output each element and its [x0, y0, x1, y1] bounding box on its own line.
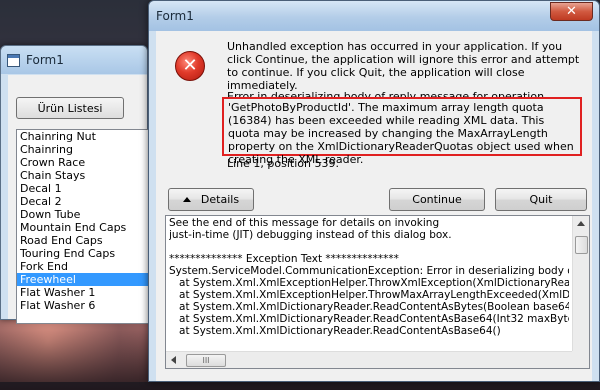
window-app-icon: [7, 53, 20, 67]
error-icon: ✕: [175, 51, 205, 81]
background-form-window[interactable]: Form1 Ürün Listesi Chainring Nut Chainrin…: [0, 45, 156, 324]
scroll-corner: [572, 351, 589, 368]
list-item[interactable]: Chain Stays: [17, 169, 155, 182]
exception-details-textbox[interactable]: See the end of this message for details …: [165, 215, 590, 369]
background-window-title: Form1: [26, 53, 64, 67]
background-window-titlebar[interactable]: Form1: [1, 46, 147, 74]
scroll-left-icon[interactable]: [171, 356, 176, 364]
horizontal-scrollbar[interactable]: III: [166, 351, 572, 368]
scroll-up-icon[interactable]: [577, 221, 585, 226]
list-item[interactable]: Chainring: [17, 143, 155, 156]
list-item[interactable]: Chainring Nut: [17, 130, 155, 143]
close-icon: ✕: [566, 4, 577, 19]
details-line: [169, 241, 569, 253]
list-item[interactable]: Flat Washer 6: [17, 299, 155, 312]
vertical-scroll-thumb[interactable]: [575, 236, 588, 254]
details-line: See the end of this message for details …: [169, 217, 440, 229]
details-line: at System.Xml.XmlExceptionHelper.ThrowXm…: [179, 277, 569, 289]
product-listbox[interactable]: Chainring Nut Chainring Crown Race Chain St…: [16, 129, 156, 324]
continue-button[interactable]: Continue: [389, 188, 485, 211]
list-item[interactable]: Fork End: [17, 260, 155, 273]
details-line: at System.Xml.XmlDictionaryReader.ReadCo…: [179, 301, 569, 313]
list-item[interactable]: Decal 1: [17, 182, 155, 195]
quit-button[interactable]: Quit: [495, 188, 587, 211]
exception-line-position: Line 1, position 539.: [227, 157, 339, 170]
details-line: at System.Xml.XmlDictionaryReader.ReadCo…: [179, 313, 569, 325]
list-item[interactable]: Touring End Caps: [17, 247, 155, 260]
close-button[interactable]: ✕: [550, 2, 593, 21]
details-line: at System.Xml.XmlExceptionHelper.ThrowMa…: [179, 289, 569, 301]
list-item[interactable]: Flat Washer 1: [17, 286, 155, 299]
exception-intro-text: Unhandled exception has occurred in your…: [227, 40, 580, 92]
background-window-client: Ürün Listesi Chainring Nut Chainring Crown…: [8, 75, 156, 324]
list-item[interactable]: Crown Race: [17, 156, 155, 169]
exception-detail-highlight: 'GetPhotoByProductId'. The maximum array…: [222, 97, 582, 166]
details-line: just-in-time (JIT) debugging instead of …: [169, 229, 452, 241]
vertical-scrollbar[interactable]: [572, 216, 589, 352]
dialog-titlebar[interactable]: Form1 ✕: [149, 1, 599, 31]
dialog-client: ✕ Unhandled exception has occurred in yo…: [156, 31, 592, 381]
details-button[interactable]: Details: [168, 188, 254, 211]
details-line: ************** Exception Text **********…: [169, 253, 399, 265]
list-item[interactable]: Road End Caps: [17, 234, 155, 247]
details-line: at System.Xml.XmlDictionaryReader.ReadCo…: [169, 325, 501, 337]
details-line: System.ServiceModel.CommunicationExcepti…: [169, 265, 569, 277]
dialog-title: Form1: [156, 9, 194, 23]
exception-details-text: See the end of this message for details …: [169, 217, 569, 353]
list-item[interactable]: Decal 2: [17, 195, 155, 208]
list-item[interactable]: Freewheel: [17, 273, 155, 286]
urun-listesi-button[interactable]: Ürün Listesi: [16, 97, 124, 119]
list-item[interactable]: Down Tube: [17, 208, 155, 221]
collapse-arrow-icon: [182, 197, 191, 202]
horizontal-scroll-thumb[interactable]: III: [186, 354, 226, 367]
list-item[interactable]: Mountain End Caps: [17, 221, 155, 234]
exception-dialog[interactable]: Form1 ✕ ✕ Unhandled exception has occurr…: [148, 0, 600, 382]
details-button-label: Details: [200, 193, 240, 206]
